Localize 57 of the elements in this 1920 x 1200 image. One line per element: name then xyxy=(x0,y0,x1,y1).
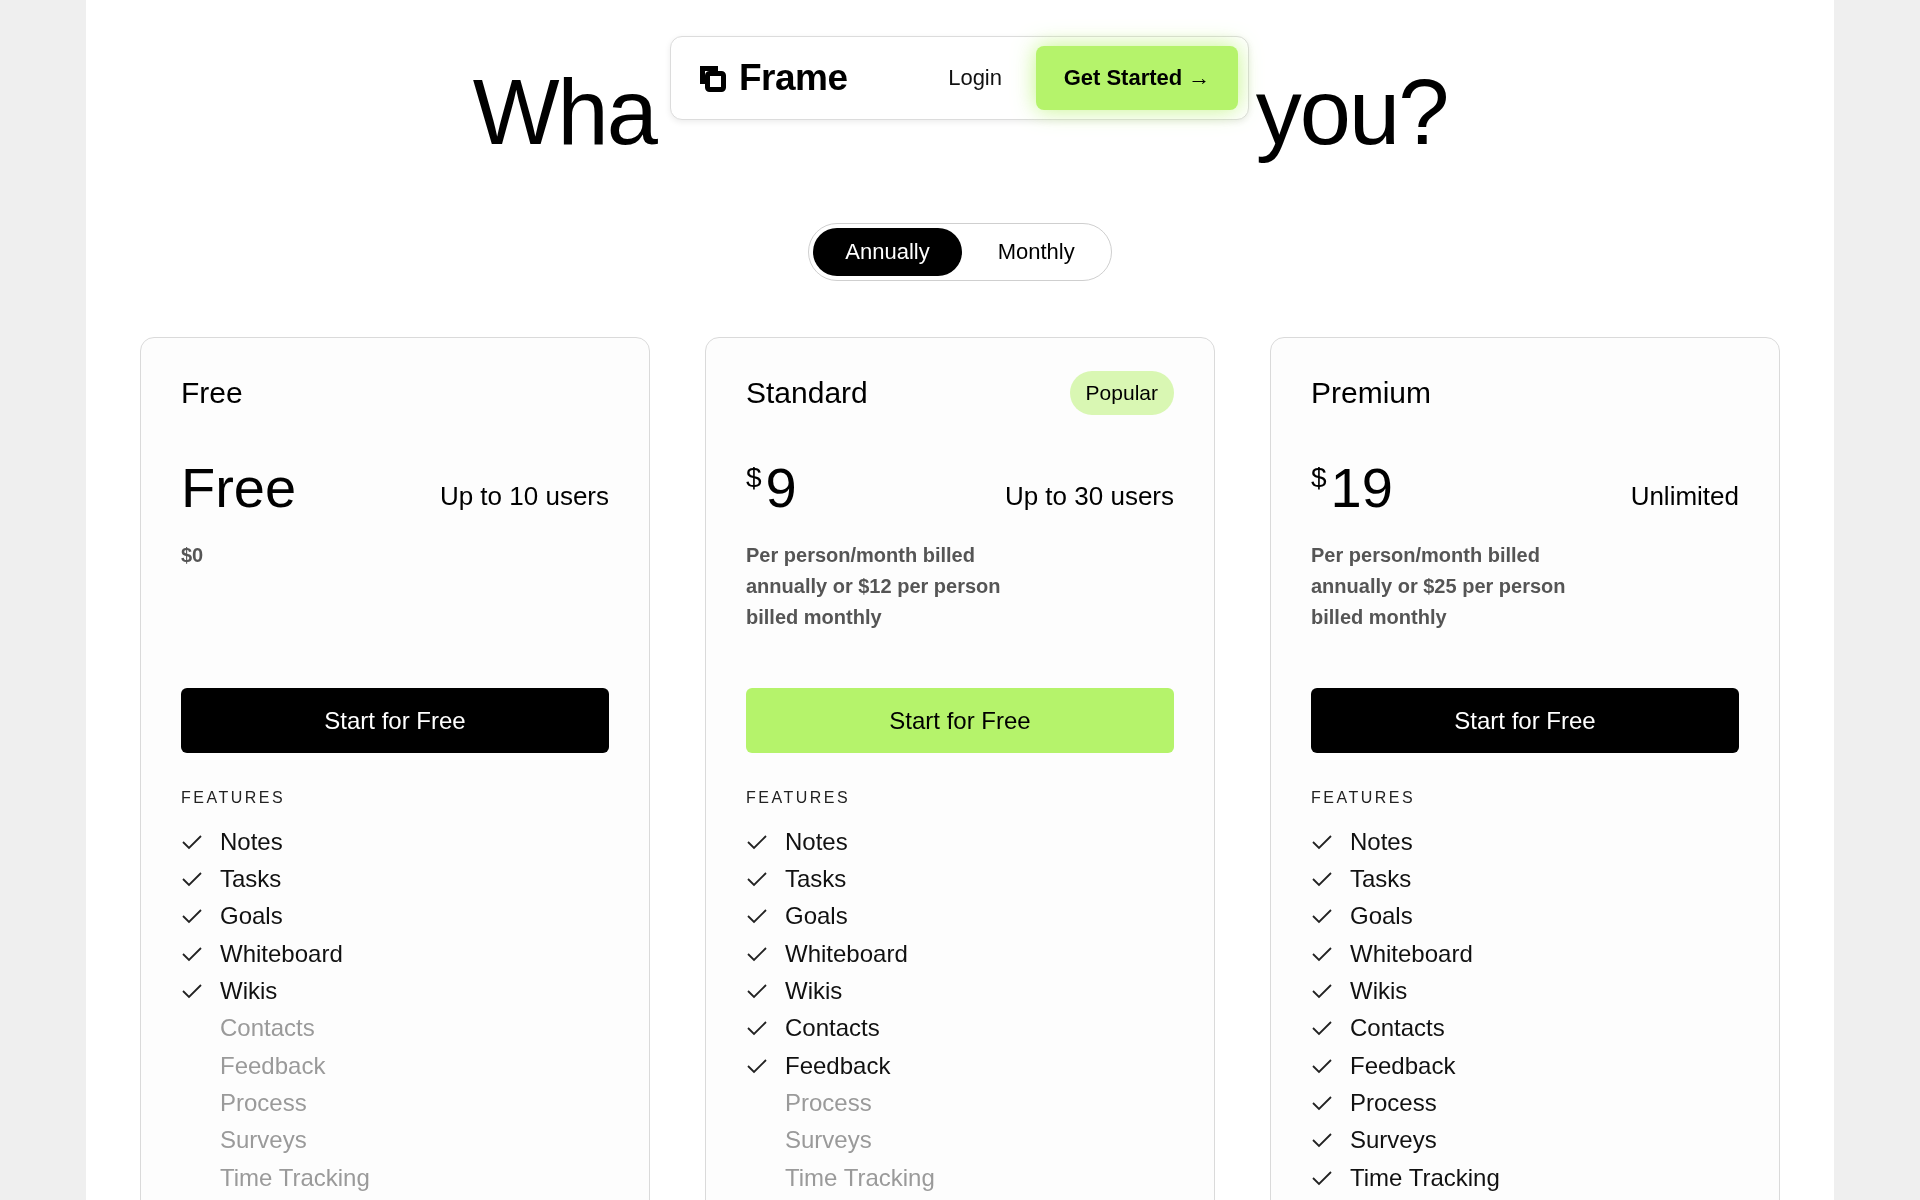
user-limit: Up to 10 users xyxy=(439,481,609,513)
billing-option[interactable]: Annually xyxy=(813,228,962,277)
feature-item: Feedback xyxy=(785,1051,891,1080)
feature-item: Tasks xyxy=(785,865,847,894)
price-description: Per person/month billed annually or $12 per person billed monthly xyxy=(746,543,1002,631)
feature-item: Time Tracking xyxy=(785,1163,935,1192)
feature-item: Notes xyxy=(220,827,283,856)
feature-item: Process xyxy=(1350,1088,1437,1117)
get-started-button[interactable]: Get Started → xyxy=(1036,46,1238,110)
feature-item: Feedback xyxy=(220,1051,326,1080)
feature-item: Whiteboard xyxy=(220,939,343,968)
user-limit: Unlimited xyxy=(1630,481,1739,513)
page-heading: Wha xyxy=(472,62,656,164)
feature-item: Wikis xyxy=(220,977,278,1005)
feature-item: Goals xyxy=(220,902,283,931)
feature-item: Notes xyxy=(1350,827,1413,856)
feature-item: Goals xyxy=(785,902,848,931)
start-button[interactable]: Start for Free xyxy=(1311,688,1739,754)
feature-item: Contacts xyxy=(1350,1014,1445,1043)
feature-item: Surveys xyxy=(220,1126,307,1155)
features-label: FEATURES xyxy=(181,789,287,808)
plan-price: $19 xyxy=(1311,460,1393,517)
user-limit: Up to 30 users xyxy=(1004,481,1174,513)
feature-item: Surveys xyxy=(785,1126,872,1155)
features-label: FEATURES xyxy=(746,789,852,808)
feature-item: Surveys xyxy=(1350,1126,1437,1155)
feature-item: Process xyxy=(220,1088,307,1117)
feature-item: Process xyxy=(785,1088,872,1117)
popular-badge: Popular xyxy=(1069,371,1174,416)
feature-item: Time Tracking xyxy=(220,1163,370,1192)
plan-price: $9 xyxy=(746,460,797,517)
feature-item: Feedback xyxy=(1350,1051,1456,1080)
start-button[interactable]: Start for Free xyxy=(746,688,1174,754)
plan-price: Free xyxy=(181,460,297,517)
feature-item: Notes xyxy=(785,827,848,856)
feature-item: Whiteboard xyxy=(1350,939,1473,968)
plan-name: Premium xyxy=(1311,376,1431,411)
brand-name[interactable]: Frame xyxy=(739,57,848,99)
feature-item: Contacts xyxy=(220,1014,315,1043)
feature-item: Whiteboard xyxy=(785,939,908,968)
feature-item: Time Tracking xyxy=(1350,1163,1500,1192)
feature-item: Goals xyxy=(1350,902,1413,931)
feature-item: Tasks xyxy=(1350,865,1412,894)
billing-option[interactable]: Monthly xyxy=(965,228,1107,277)
price-description: Per person/month billed annually or $25 per person billed monthly xyxy=(1311,543,1567,631)
start-button[interactable]: Start for Free xyxy=(181,688,609,754)
plan-name: Standard xyxy=(746,376,868,411)
page-heading: you? xyxy=(1255,62,1448,164)
feature-item: Contacts xyxy=(785,1014,880,1043)
login-link[interactable]: Login xyxy=(948,65,1002,91)
feature-item: Wikis xyxy=(1350,977,1408,1005)
price-description: $0 xyxy=(181,543,205,569)
features-label: FEATURES xyxy=(1311,789,1417,808)
plan-name: Free xyxy=(181,376,243,411)
logo-icon xyxy=(697,63,727,93)
feature-item: Wikis xyxy=(785,977,843,1005)
feature-item: Tasks xyxy=(220,865,282,894)
